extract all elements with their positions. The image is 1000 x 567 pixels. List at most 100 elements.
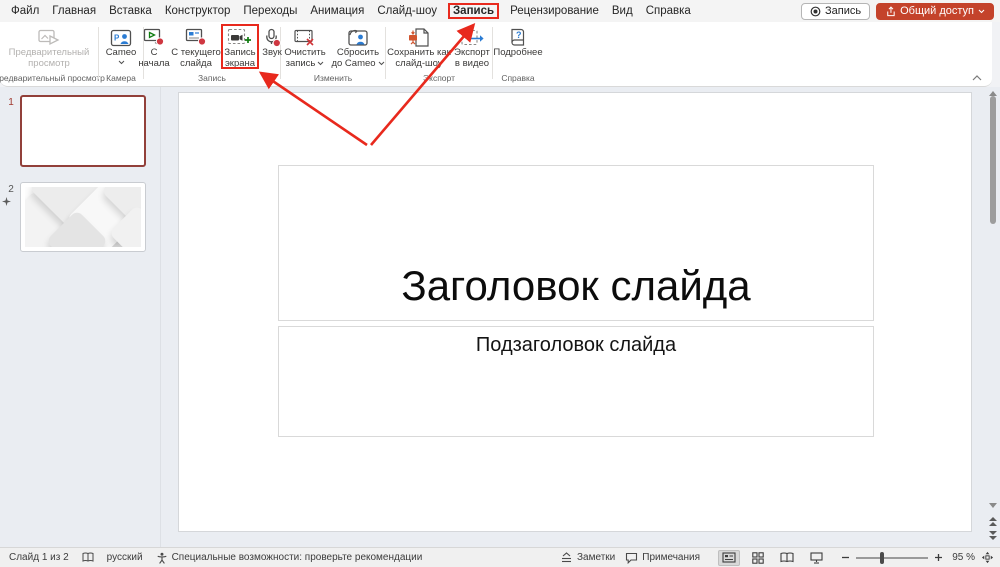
clear-recording-button[interactable]: Очистить запись [281,26,329,69]
scroll-down-button[interactable] [987,499,999,511]
normal-view-button[interactable] [718,549,740,566]
view-switcher [718,549,827,566]
ribbon-group-camera: P Cameo Камера [99,22,143,86]
menu-item-help[interactable]: Справка [644,3,693,19]
cameo-button[interactable]: P Cameo [101,26,141,65]
record-toolbar-button[interactable]: Запись [801,2,871,20]
vertical-scrollbar[interactable] [987,87,999,547]
record-from-current-slide-button[interactable]: С текущего слайда [171,26,221,69]
slide-1-number: 1 [8,97,14,108]
accessibility-icon [157,552,167,564]
ribbon-row: Предварительный просмотр Предварительный… [0,22,1000,87]
slide-sorter-view-button[interactable] [747,550,769,566]
language-button[interactable]: русский [107,552,143,563]
record-group-label: Запись [198,73,226,83]
slide-2-thumbnail[interactable] [20,182,146,252]
reset-to-cameo-button[interactable]: Сбросить до Cameo [331,26,385,69]
zoom-in-icon [935,554,942,561]
export-to-video-icon [460,27,484,48]
animation-star-icon [2,197,11,206]
accessibility-button[interactable]: Специальные возможности: проверьте реком… [156,552,423,564]
slide-1-thumbnail[interactable] [20,95,146,167]
ribbon-group-export: Сохранить как слайд-шоу Экспорт в видео … [386,22,492,86]
slideshow-view-button[interactable] [805,550,827,566]
slide-title-text: Заголовок слайда [401,262,751,309]
slide-canvas[interactable]: Заголовок слайда Подзаголовок слайда [178,92,972,532]
save-as-slideshow-button[interactable]: Сохранить как слайд-шоу [387,26,451,69]
preview-button[interactable]: Предварительный просмотр [3,26,95,69]
screen-recording-label: Запись экрана [224,47,256,69]
svg-text:P: P [114,33,120,42]
menu-item-file[interactable]: Файл [9,3,41,19]
menu-item-home[interactable]: Главная [50,3,98,19]
title-placeholder[interactable]: Заголовок слайда [278,165,874,321]
share-button[interactable]: Общий доступ [876,2,994,20]
zoom-level[interactable]: 95 % [949,552,975,563]
book-question-icon: ? [507,27,529,48]
menu-item-view[interactable]: Вид [610,3,635,19]
zoom-out-button[interactable] [841,553,850,562]
edit-group-label: Изменить [313,73,353,83]
spellcheck-book-icon [82,552,94,562]
clear-recording-icon [293,27,317,48]
camera-group-label: Камера [106,73,136,83]
menu-item-slideshow[interactable]: Слайд-шоу [375,3,439,19]
ribbon-group-record: С начала С текущего слайда Запись экрана… [138,22,282,86]
accessibility-label: Специальные возможности: проверьте реком… [171,552,423,563]
cameo-icon: P [110,27,132,48]
record-from-current-slide-icon [185,27,208,48]
record-from-start-button[interactable]: С начала [138,26,170,69]
slide-counter: Слайд 1 из 2 [9,552,69,563]
next-slide-button[interactable] [987,529,999,541]
comments-toggle-button[interactable]: Примечания [625,552,700,564]
collapse-ribbon-button[interactable] [972,75,982,81]
fit-slide-to-window-button[interactable] [981,551,994,564]
record-from-start-label: С начала [138,47,170,69]
chevron-up-icon [972,75,982,81]
ribbon-group-edit: Очистить запись Сбросить до Cameo Измени… [281,22,385,86]
previous-slide-button[interactable] [987,515,999,527]
slide-thumbnails-panel: 1 2 [0,87,161,547]
menu-item-insert[interactable]: Вставка [107,3,154,19]
zoom-in-button[interactable] [934,553,943,562]
record-from-current-slide-label: С текущего слайда [171,47,221,69]
slide-2-number: 2 [8,184,14,195]
menu-item-transitions[interactable]: Переходы [241,3,299,19]
learn-more-button[interactable]: ? Подробнее [493,26,543,59]
share-label: Общий доступ [900,5,974,17]
menu-item-design[interactable]: Конструктор [163,3,233,19]
zoom-slider-thumb[interactable] [880,551,884,564]
zoom-slider[interactable] [856,551,928,564]
spellcheck-button[interactable] [82,552,94,563]
zoom-controls: 95 % [841,551,994,564]
share-icon [887,5,895,16]
learn-more-label: Подробнее [493,47,543,58]
export-group-label: Экспорт [423,73,455,83]
slide-2-number-cell: 2 [2,182,20,252]
slide-sorter-icon [752,551,764,564]
reading-view-button[interactable] [776,550,798,566]
ribbon-group-help: ? Подробнее Справка [493,22,543,86]
subtitle-placeholder[interactable]: Подзаголовок слайда [278,326,874,437]
menu-item-animations[interactable]: Анимация [308,3,366,19]
normal-view-icon [722,552,736,563]
svg-text:?: ? [516,30,522,40]
fit-to-window-icon [981,551,994,564]
export-to-video-button[interactable]: Экспорт в видео [453,26,491,69]
notes-toggle-button[interactable]: Заметки [560,552,615,563]
record-tab-highlight-box [447,3,500,19]
reset-to-cameo-label: Сбросить до Cameo [331,47,380,69]
menu-item-record[interactable]: Запись [447,3,500,19]
slide-subtitle-text: Подзаголовок слайда [475,334,677,356]
screen-recording-button[interactable]: Запись экрана [221,24,259,69]
ribbon: Предварительный просмотр Предварительный… [0,22,992,87]
screen-recording-icon [227,27,253,48]
preview-icon [37,27,61,48]
help-group-label: Справка [501,73,535,83]
chevron-down-icon [378,61,384,65]
menu-item-review[interactable]: Рецензирование [508,3,601,19]
scrollbar-thumb[interactable] [990,96,996,224]
record-toolbar-label: Запись [825,5,862,17]
comments-label: Примечания [642,552,700,563]
preview-group-label: Предварительный просмотр [0,73,105,83]
